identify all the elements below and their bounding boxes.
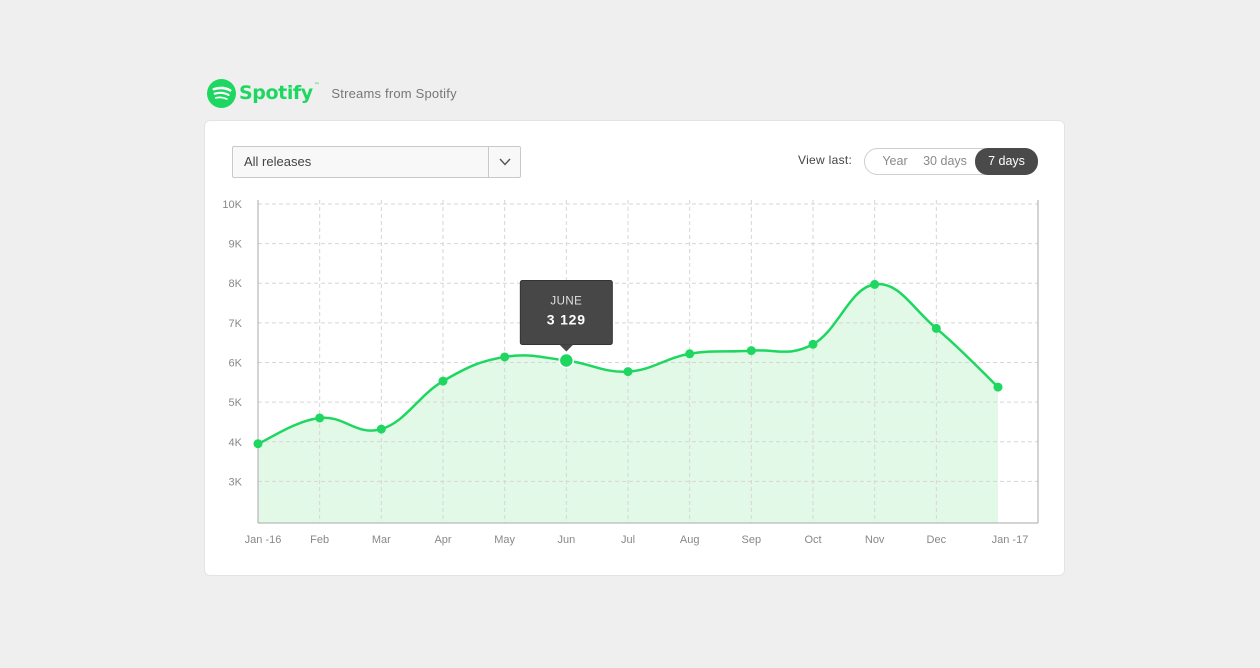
y-tick-label: 9K <box>229 239 243 251</box>
tooltip: JUNE 3 129 <box>519 280 613 352</box>
data-point <box>315 413 325 423</box>
y-tick-label: 6K <box>229 357 243 369</box>
x-tick-label: Oct <box>804 534 821 546</box>
y-tick-label: 4K <box>229 437 243 449</box>
y-tick-label: 10K <box>222 199 242 211</box>
x-tick-label: Jun <box>557 534 575 546</box>
data-point <box>685 349 695 359</box>
tooltip-pointer <box>559 344 574 352</box>
tooltip-month: JUNE <box>550 296 582 308</box>
x-tick-label: Feb <box>310 534 329 546</box>
data-point <box>500 352 510 362</box>
data-point <box>746 346 756 356</box>
tooltip-value: 3 129 <box>547 312 586 328</box>
data-point <box>870 279 880 289</box>
x-tick-label: Apr <box>434 534 451 546</box>
x-tick-label: May <box>494 534 515 546</box>
data-point <box>808 339 818 349</box>
y-tick-label: 7K <box>229 318 243 330</box>
x-tick-label: Mar <box>372 534 391 546</box>
data-point <box>253 439 263 449</box>
y-tick-label: 8K <box>229 278 243 290</box>
y-tick-label: 3K <box>229 476 243 488</box>
data-point <box>931 323 941 333</box>
streams-area-chart: 10K 9K 8K 7K 6K 5K 4K 3K Jan -16 Feb Mar Apr May Jun J… <box>222 199 1039 546</box>
data-point <box>438 376 448 386</box>
data-point <box>623 367 633 377</box>
x-tick-label: Jan -16 <box>245 534 282 546</box>
y-tick-label: 5K <box>229 397 243 409</box>
x-tick-label: Aug <box>680 534 700 546</box>
data-point <box>993 382 1003 392</box>
x-tick-label: Nov <box>865 534 885 546</box>
x-tick-label: Jan -17 <box>992 534 1029 546</box>
x-tick-label: Sep <box>742 534 762 546</box>
x-tick-label: Dec <box>927 534 947 546</box>
data-point <box>376 424 386 434</box>
x-tick-label: Jul <box>621 534 635 546</box>
data-point <box>558 352 575 369</box>
